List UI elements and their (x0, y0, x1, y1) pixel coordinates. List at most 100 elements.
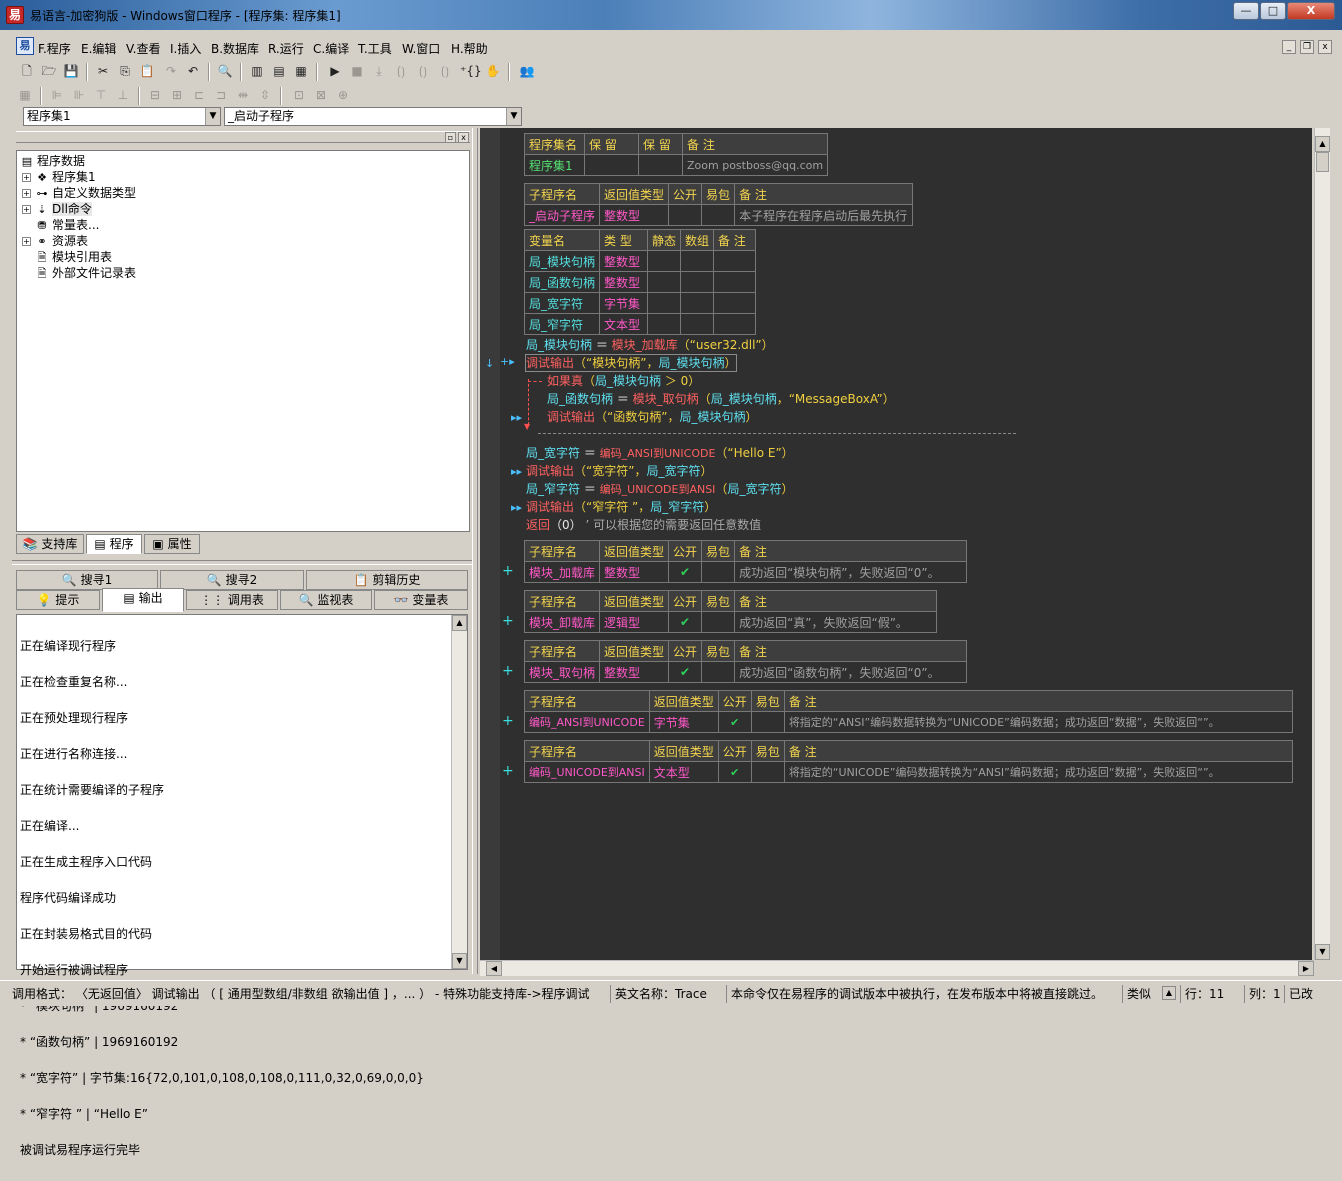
copy-icon[interactable]: ⎘ (116, 62, 134, 80)
table-cell[interactable] (680, 313, 715, 335)
table-cell[interactable] (750, 761, 785, 783)
table-cell[interactable]: 将指定的“UNICODE”编码数据转换为“ANSI”编码数据；成功返回“数据”，… (783, 761, 1293, 783)
vertical-splitter[interactable] (472, 128, 478, 974)
tree-item-module-refs[interactable]: 🗎 模块引用表 (35, 249, 112, 265)
panel-close-button[interactable]: x (458, 132, 469, 143)
menu-window[interactable]: W.窗口 (402, 40, 440, 57)
expand-icon[interactable]: + (22, 237, 31, 246)
step-out-icon[interactable]: ⟮⟯ (436, 62, 454, 80)
code-line[interactable]: 调试输出（“宽字符”，局_宽字符） (526, 463, 712, 479)
output-scrollbar[interactable]: ▲ ▼ (451, 615, 467, 969)
table-cell[interactable]: Zoom postboss@qq.com (681, 154, 829, 176)
fit-width-icon[interactable]: ⊡ (290, 86, 308, 104)
step-over-icon[interactable]: ⟮⟯ (414, 62, 432, 80)
expand-plus-icon[interactable]: + (502, 613, 514, 629)
table-cell[interactable] (647, 313, 682, 335)
code-line[interactable]: 返回（0） ’ 可以根据您的需要返回任意数值 (526, 517, 761, 533)
subprogram-select[interactable]: _启动子程序 ▼ (224, 107, 522, 126)
grid-icon[interactable]: ▦ (16, 86, 34, 104)
step-into-icon[interactable]: ⟮⟯ (392, 62, 410, 80)
fit-height-icon[interactable]: ⊠ (312, 86, 330, 104)
table-cell[interactable]: 整数型 (599, 250, 649, 272)
table-cell[interactable]: 字节集 (648, 711, 719, 733)
tab-program[interactable]: ▤ 程序 (86, 534, 142, 554)
stop-icon[interactable]: ■ (348, 62, 366, 80)
code-line[interactable]: 局_宽字符 ＝ 编码_ANSI到UNICODE（“Hello E”） (526, 445, 794, 462)
menu-edit[interactable]: E.编辑 (81, 40, 116, 57)
table-cell[interactable] (647, 271, 682, 293)
code-line[interactable]: 局_函数句柄 ＝ 模块_取句柄（局_模块句柄，“MessageBoxA”） (547, 391, 895, 407)
table-cell[interactable]: 文本型 (599, 313, 649, 335)
panel-splitter[interactable] (12, 560, 472, 565)
table-cell[interactable]: 本子程序在程序启动后最先执行 (734, 204, 914, 226)
tab-watch[interactable]: 🔍 监视表 (280, 590, 372, 610)
breakpoint-braces-icon[interactable]: ⁺{} (460, 62, 482, 80)
new-file-icon[interactable]: 🗋 (18, 62, 36, 80)
layout-top-icon[interactable]: ▤ (270, 62, 288, 80)
layout-left-icon[interactable]: ▥ (248, 62, 266, 80)
table-cell[interactable]: 逻辑型 (599, 611, 670, 633)
tab-properties[interactable]: ▣ 属性 (144, 534, 200, 554)
undo-icon[interactable]: ↶ (184, 62, 202, 80)
table-cell[interactable]: 模块_卸载库 (523, 611, 601, 633)
menu-help[interactable]: H.帮助 (451, 40, 488, 57)
code-line[interactable]: 调试输出（“函数句柄”，局_模块句柄） (547, 409, 757, 425)
panel-grip[interactable] (16, 131, 470, 143)
code-line[interactable]: 调试输出（“窄字符 ”，局_窄字符） (526, 499, 716, 515)
tree-root[interactable]: ▤ 程序数据 (20, 153, 85, 169)
expand-icon[interactable]: + (22, 189, 31, 198)
table-cell[interactable]: 字节集 (599, 292, 649, 314)
tab-hint[interactable]: 💡 提示 (16, 590, 100, 610)
check-icon[interactable]: ✔ (717, 761, 752, 783)
table-cell[interactable] (647, 292, 682, 314)
table-cell[interactable] (701, 661, 736, 683)
panel-restore-button[interactable]: ▫ (445, 132, 456, 143)
table-cell[interactable]: 局_模块句柄 (523, 250, 601, 272)
center-vertical-icon[interactable]: ⊞ (168, 86, 186, 104)
table-cell[interactable]: 整数型 (599, 661, 670, 683)
editor-horizontal-scrollbar[interactable]: ◀ ▶ (480, 960, 1314, 976)
minimize-button[interactable]: — (1233, 2, 1259, 20)
align-top-icon[interactable]: ⊤ (92, 86, 110, 104)
document-icon[interactable]: 易 (16, 37, 34, 55)
center-horizontal-icon[interactable]: ⊟ (146, 86, 164, 104)
paste-icon[interactable]: 📋 (138, 62, 156, 80)
menu-program[interactable]: F.程序 (38, 40, 71, 57)
table-cell[interactable] (647, 250, 682, 272)
table-cell[interactable] (713, 271, 757, 293)
tree-item-custom-types[interactable]: + ⊶ 自定义数据类型 (22, 185, 136, 201)
table-cell[interactable]: 编码_ANSI到UNICODE (524, 711, 650, 733)
table-cell[interactable] (638, 154, 683, 176)
table-cell[interactable]: 程序集1 (524, 154, 585, 176)
table-cell[interactable] (701, 561, 736, 583)
scroll-down-icon[interactable]: ▼ (1315, 944, 1330, 960)
code-line[interactable]: 如果真（局_模块句柄 ＞ 0） (547, 373, 700, 389)
scroll-thumb[interactable] (1316, 152, 1329, 172)
menu-insert[interactable]: I.插入 (170, 40, 201, 57)
check-icon[interactable]: ✔ (668, 611, 703, 633)
run-icon[interactable]: ▶ (326, 62, 344, 80)
menu-tools[interactable]: T.工具 (358, 40, 392, 57)
code-line[interactable]: 局_模块句柄 ＝ 模块_加载库（“user32.dll”） (526, 337, 774, 353)
assembly-select[interactable]: 程序集1 ▼ (23, 107, 221, 126)
center-form-icon[interactable]: ⊕ (334, 86, 352, 104)
space-vertical-icon[interactable]: ⇳ (256, 86, 274, 104)
tab-search2[interactable]: 🔍 搜寻2 (160, 570, 304, 590)
same-height-icon[interactable]: ⊐ (212, 86, 230, 104)
table-cell[interactable]: 整数型 (599, 561, 670, 583)
menu-run[interactable]: R.运行 (268, 40, 304, 57)
table-cell[interactable] (701, 204, 736, 226)
hand-icon[interactable]: ✋ (484, 62, 502, 80)
mdi-close-button[interactable]: x (1318, 40, 1332, 54)
table-cell[interactable]: 模块_加载库 (523, 561, 601, 583)
users-icon[interactable]: 👥 (518, 62, 536, 80)
table-cell[interactable]: 整数型 (599, 271, 649, 293)
table-cell[interactable]: 局_宽字符 (523, 292, 601, 314)
table-cell[interactable]: 局_窄字符 (523, 313, 601, 335)
tree-item-constants[interactable]: ⛃ 常量表... (35, 217, 99, 233)
expand-icon[interactable]: + (22, 205, 31, 214)
menu-view[interactable]: V.查看 (126, 40, 160, 57)
tab-output[interactable]: ▤ 输出 (102, 588, 184, 612)
tab-support-library[interactable]: 📚 支持库 (16, 534, 84, 554)
mdi-restore-button[interactable]: ❐ (1300, 40, 1314, 54)
